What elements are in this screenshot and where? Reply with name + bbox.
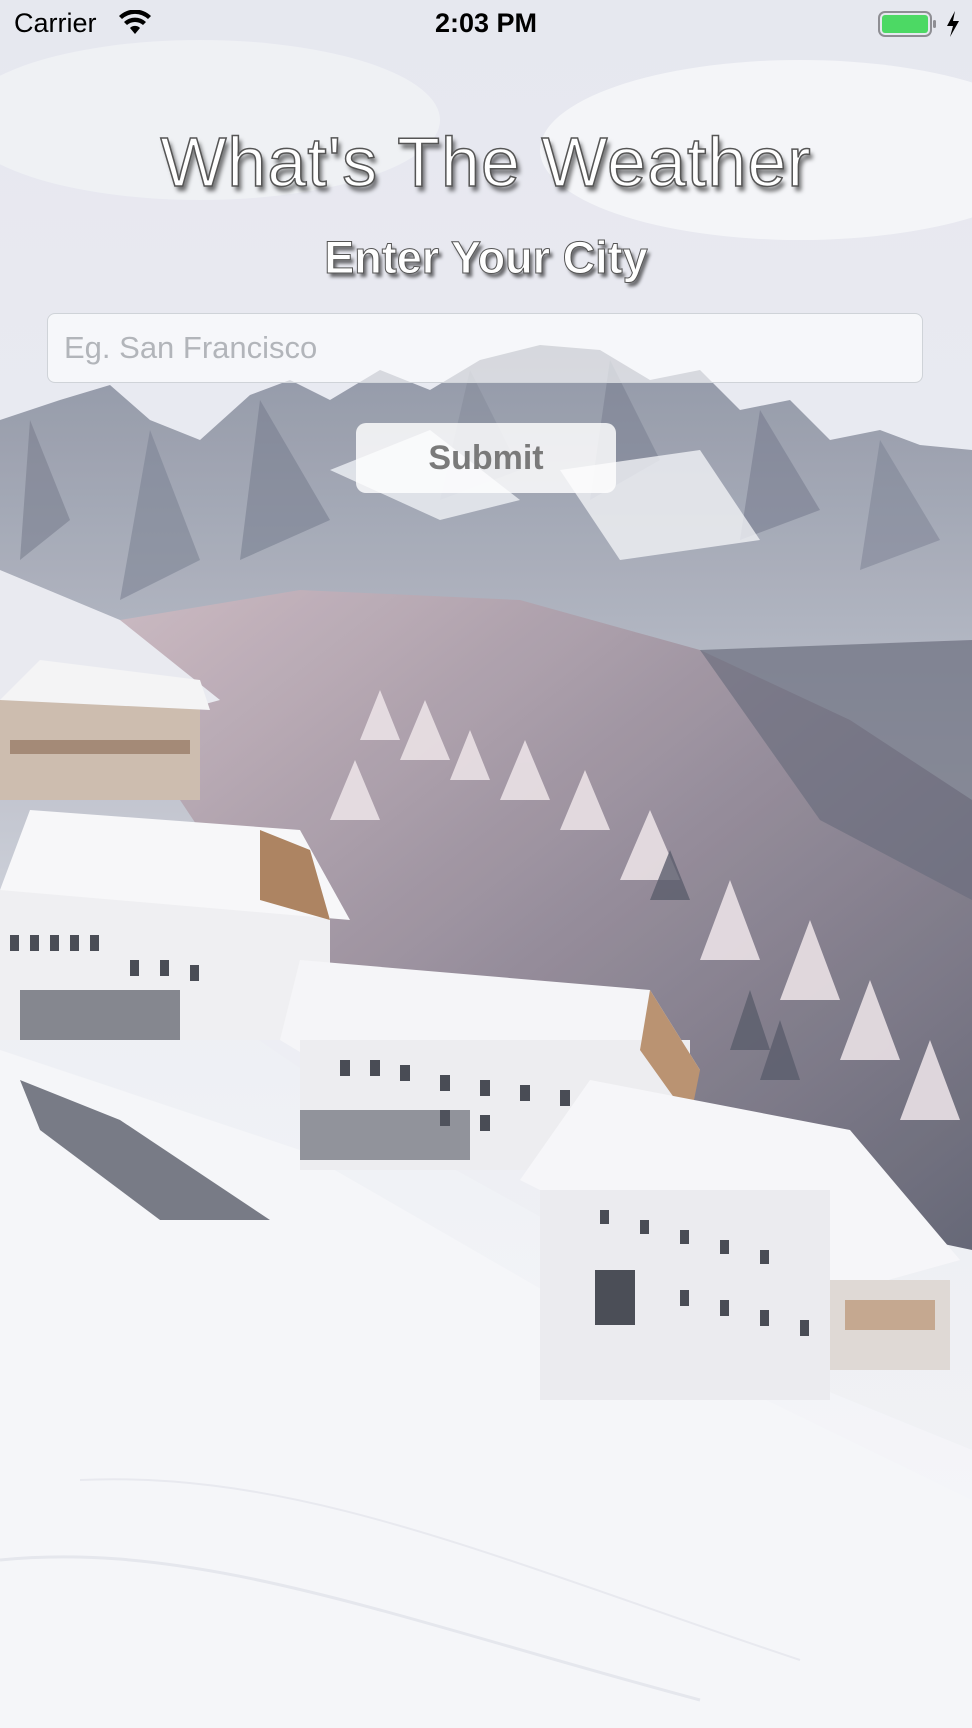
enter-city-heading: Enter Your City [324,232,648,284]
charging-bolt-icon [945,10,961,45]
battery-icon [878,10,938,45]
status-time: 2:03 PM [434,8,538,38]
status-bar: Carrier 2:03 PM [0,0,972,48]
weather-app-screen: Carrier 2:03 PM What's The Weather Enter… [0,0,972,1728]
submit-button[interactable]: Submit [356,423,616,493]
city-search-input[interactable] [47,313,923,383]
app-title: What's The Weather [160,122,812,202]
